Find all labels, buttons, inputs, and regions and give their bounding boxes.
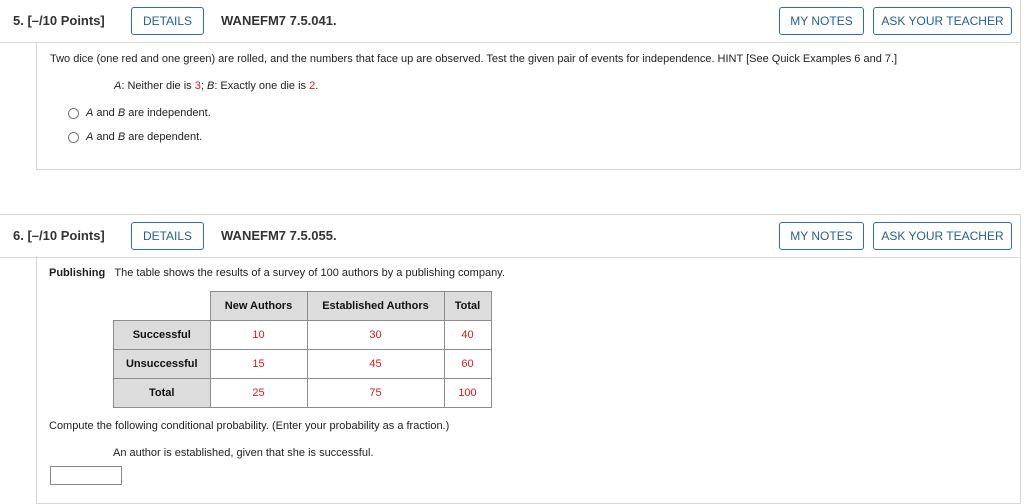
answer-input[interactable] (50, 466, 122, 485)
table-cell: 60 (443, 349, 492, 379)
question-5: 5. [–/10 Points] DETAILS WANEFM7 7.5.041… (0, 0, 1021, 170)
row-header: Successful (113, 320, 211, 350)
option-independent-label[interactable]: A and B are independent. (86, 107, 211, 119)
column-header: Established Authors (306, 291, 445, 321)
row-header: Total (113, 378, 211, 408)
table-cell: 15 (209, 349, 308, 379)
question-5-header: 5. [–/10 Points] DETAILS WANEFM7 7.5.041… (0, 0, 1020, 43)
table-cell: 75 (306, 378, 445, 408)
radio-dependent[interactable] (68, 132, 79, 143)
events-statement: A: Neither die is 3; B: Exactly one die … (114, 80, 319, 92)
details-button[interactable]: DETAILS (131, 222, 204, 250)
question-number: 5. [–/10 Points] (13, 13, 105, 28)
question-number: 6. [–/10 Points] (13, 228, 105, 243)
table-row: Unsuccessful 15 45 60 (113, 349, 492, 379)
my-notes-button[interactable]: MY NOTES (779, 7, 864, 35)
publishing-prompt: Publishing The table shows the results o… (49, 267, 505, 279)
ask-your-teacher-button[interactable]: ASK YOUR TEACHER (873, 7, 1012, 35)
question-5-body: Two dice (one red and one green) are rol… (36, 42, 1020, 170)
table-cell: 30 (306, 320, 445, 350)
table-cell: 40 (443, 320, 492, 350)
column-header: New Authors (209, 291, 308, 321)
details-button[interactable]: DETAILS (131, 7, 204, 35)
question-id: WANEFM7 7.5.041. (221, 13, 337, 28)
question-id: WANEFM7 7.5.055. (221, 228, 337, 243)
subquestion-text: An author is established, given that she… (113, 447, 374, 459)
my-notes-button[interactable]: MY NOTES (779, 222, 864, 250)
table-cell: 10 (209, 320, 308, 350)
question-6-header: 6. [–/10 Points] DETAILS WANEFM7 7.5.055… (0, 214, 1020, 258)
table-cell: 100 (443, 378, 492, 408)
question-prompt: Two dice (one red and one green) are rol… (50, 53, 898, 65)
table-cell: 45 (306, 349, 445, 379)
table-header-row: New Authors Established Authors Total (114, 291, 492, 321)
instruction-text: Compute the following conditional probab… (49, 420, 450, 432)
survey-table: New Authors Established Authors Total Su… (113, 291, 492, 408)
radio-independent[interactable] (68, 108, 79, 119)
column-header: Total (443, 291, 492, 321)
table-row: Successful 10 30 40 (113, 320, 492, 350)
option-dependent-label[interactable]: A and B are dependent. (86, 131, 202, 143)
table-row: Total 25 75 100 (113, 378, 492, 408)
ask-your-teacher-button[interactable]: ASK YOUR TEACHER (873, 222, 1012, 250)
table-cell: 25 (209, 378, 308, 408)
row-header: Unsuccessful (113, 349, 211, 379)
